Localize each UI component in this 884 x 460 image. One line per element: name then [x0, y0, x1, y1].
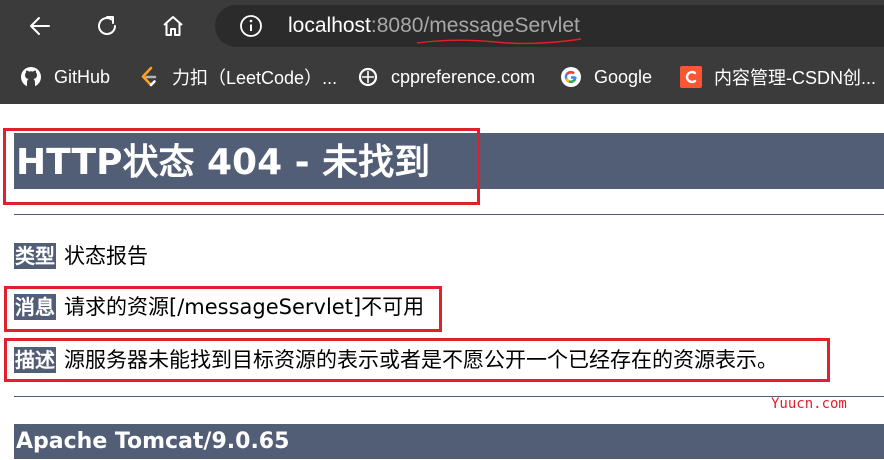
csdn-icon — [680, 66, 702, 88]
url-underline-annotation — [416, 38, 582, 45]
divider — [14, 396, 884, 397]
cppreference-icon — [357, 66, 379, 88]
bookmarks-bar: GitHub 力扣（LeetCode）... cppreference.com — [0, 52, 884, 102]
url-path: :8080/messageServlet — [370, 14, 580, 37]
bookmark-leetcode[interactable]: 力扣（LeetCode）... — [138, 62, 337, 92]
leetcode-icon — [138, 66, 160, 88]
type-label: 类型 — [14, 243, 56, 269]
bookmark-github[interactable]: GitHub — [20, 62, 110, 92]
message-highlight-box — [4, 286, 442, 332]
reload-icon — [98, 16, 116, 35]
type-row: 类型 状态报告 — [14, 241, 148, 271]
bookmark-cppreference[interactable]: cppreference.com — [357, 62, 535, 92]
bookmark-label: GitHub — [54, 66, 111, 87]
browser-chrome: localhost:8080/messageServlet GitHub 力扣（… — [0, 0, 884, 104]
home-button[interactable] — [153, 6, 193, 46]
back-arrow-icon — [30, 17, 50, 35]
bookmark-csdn[interactable]: 内容管理-CSDN创... — [680, 62, 876, 92]
description-highlight-box — [4, 338, 830, 382]
address-bar[interactable]: localhost:8080/messageServlet — [215, 5, 884, 47]
url-host: localhost — [288, 14, 371, 37]
home-icon — [163, 16, 183, 36]
github-icon — [20, 66, 42, 88]
info-icon — [240, 15, 262, 37]
bookmark-label: 内容管理-CSDN创... — [714, 68, 876, 88]
back-button[interactable] — [20, 6, 60, 46]
bookmark-label: Google — [594, 66, 653, 87]
site-info-button[interactable] — [239, 14, 263, 38]
watermark: Yuucn.com — [771, 396, 847, 412]
bookmark-label: 力扣（LeetCode）... — [172, 68, 338, 88]
type-value: 状态报告 — [64, 244, 148, 268]
title-highlight-box — [3, 128, 480, 205]
google-icon — [560, 66, 582, 88]
browser-toolbar: localhost:8080/messageServlet — [0, 0, 884, 52]
reload-button[interactable] — [87, 6, 127, 46]
bookmark-label: cppreference.com — [391, 66, 536, 87]
server-version: Apache Tomcat/9.0.65 — [16, 429, 290, 454]
divider — [14, 214, 884, 215]
error-page: HTTP状态 404 - 未找到 类型 状态报告 消息 请求的资源[/messa… — [0, 104, 884, 459]
bookmark-google[interactable]: Google — [560, 62, 652, 92]
